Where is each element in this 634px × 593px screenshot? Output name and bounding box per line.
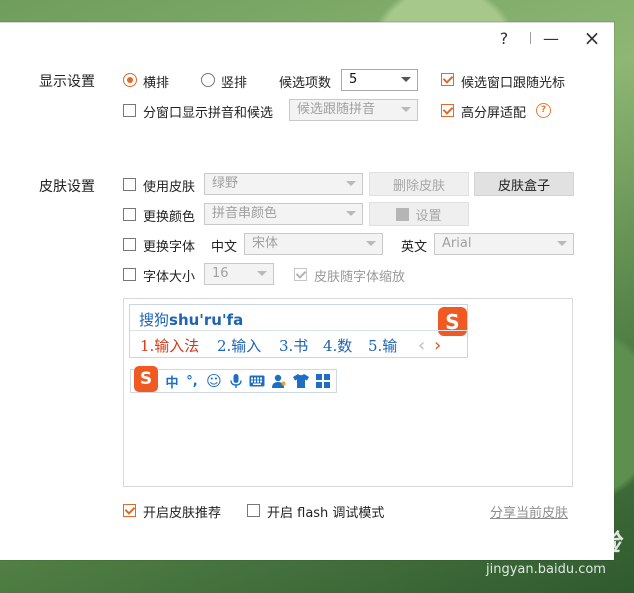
question-icon[interactable]: ? [536,103,551,118]
english-font-value: Arial [442,236,472,251]
chevron-left-icon[interactable]: ‹ [418,335,425,356]
chevron-down-icon [346,211,356,216]
chevron-down-icon [346,181,356,186]
sogou-logo-icon[interactable]: S [134,366,158,392]
use-skin-checkbox[interactable] [123,178,136,191]
layout-horizontal-label: 横排 [143,76,170,91]
candidate-2[interactable]: 2.输入 [217,335,261,356]
english-font-label: 英文 [401,240,428,255]
color-swatch-icon [396,207,410,221]
close-button[interactable]: × [572,23,612,53]
chevron-down-icon [401,107,411,112]
skin-box-button[interactable]: 皮肤盒子 [474,172,574,196]
skin-select-value: 绿野 [212,176,239,191]
candidate-4[interactable]: 4.数 [323,335,352,356]
delete-skin-button[interactable]: 删除皮肤 [369,172,469,196]
settings-dialog: ? — × 显示设置 横排 竖排 候选项数 5 候选窗口跟随光标 分窗口显示拼音… [0,22,614,560]
split-window-mode-select[interactable]: 候选跟随拼音 [289,99,418,121]
chevron-down-icon [366,241,376,246]
toolbox-grid-icon[interactable] [315,373,331,389]
use-skin-label: 使用皮肤 [143,180,196,195]
candidate-1[interactable]: 1.输入法 [140,335,199,356]
split-window-checkbox[interactable] [123,104,136,117]
change-color-label: 更换颜色 [143,210,196,225]
sogou-logo-icon: S [438,307,467,336]
user-icon[interactable] [271,373,287,389]
change-color-checkbox[interactable] [123,208,136,221]
change-font-label: 更换字体 [143,240,196,255]
emoji-icon[interactable]: ☺ [206,372,222,390]
english-font-select[interactable]: Arial [434,233,574,255]
shirt-icon[interactable] [293,373,309,389]
color-target-value: 拼音串颜色 [212,206,278,221]
minimize-button[interactable]: — [531,23,571,53]
high-dpi-label: 高分屏适配 [461,106,527,121]
candidate-5[interactable]: 5.输 [368,335,397,356]
pinyin-rest: shu'ru'fa [169,311,244,329]
follow-cursor-checkbox[interactable] [441,73,454,86]
minimize-icon: — [543,28,559,48]
skin-section-label: 皮肤设置 [39,179,95,195]
candidate-count-select[interactable]: 5 [341,69,418,91]
chevron-down-icon [557,241,567,246]
chinese-mode-icon[interactable]: 中 [164,373,180,391]
skin-recommend-checkbox[interactable] [123,504,136,517]
color-settings-label: 设置 [415,208,442,224]
microphone-icon[interactable] [228,373,244,389]
layout-vertical-radio[interactable] [201,73,215,87]
skin-select[interactable]: 绿野 [204,173,363,195]
candidate-window: 搜狗shu'ru'fa S 1.输入法 2.输入 3.书 4.数 5.输 ‹ › [129,304,468,358]
display-section-label: 显示设置 [39,74,95,90]
share-skin-link[interactable]: 分享当前皮肤 [490,502,568,521]
watermark-url: jingyan.baidu.com [486,562,606,577]
follow-cursor-label: 候选窗口跟随光标 [461,76,566,91]
flash-debug-label: 开启 flash 调试模式 [267,506,385,521]
layout-horizontal-radio[interactable] [123,73,137,87]
font-size-checkbox[interactable] [123,268,136,281]
font-size-value: 16 [212,266,229,281]
skin-recommend-label: 开启皮肤推荐 [143,506,222,521]
help-button[interactable]: ? [484,23,524,53]
change-font-checkbox[interactable] [123,238,136,251]
font-size-select[interactable]: 16 [204,263,274,285]
help-icon: ? [499,28,509,48]
chevron-down-icon [257,271,267,276]
punctuation-icon[interactable]: °, [184,373,200,389]
chinese-font-value: 宋体 [252,236,279,251]
color-target-select[interactable]: 拼音串颜色 [204,203,363,225]
close-icon: × [583,26,601,50]
candidate-count-value: 5 [349,72,358,87]
split-window-mode-value: 候选跟随拼音 [297,102,376,117]
chevron-right-icon[interactable]: › [434,335,441,356]
candidate-count-label: 候选项数 [279,76,332,91]
ime-status-bar: S 中 °, ☺ [130,366,337,393]
flash-debug-checkbox[interactable] [247,504,260,517]
pinyin-prefix: 搜狗 [139,311,170,329]
candidate-divider [130,330,467,331]
high-dpi-checkbox[interactable] [441,104,454,117]
scale-with-skin-label: 皮肤随字体缩放 [314,270,406,285]
chevron-down-icon [401,77,411,82]
chinese-font-label: 中文 [211,240,238,255]
scale-with-skin-checkbox[interactable] [294,268,307,281]
split-window-label: 分窗口显示拼音和候选 [143,106,274,121]
pinyin-string: 搜狗shu'ru'fa [139,309,243,330]
chinese-font-select[interactable]: 宋体 [244,233,383,255]
baidu-watermark: Baidu 经验 [480,529,622,557]
font-size-label: 字体大小 [143,270,196,285]
keyboard-icon[interactable] [249,373,265,389]
color-settings-button[interactable]: 设置 [369,202,469,226]
layout-vertical-label: 竖排 [221,76,248,91]
candidate-3[interactable]: 3.书 [279,335,308,356]
skin-preview: 搜狗shu'ru'fa S 1.输入法 2.输入 3.书 4.数 5.输 ‹ ›… [123,298,573,487]
